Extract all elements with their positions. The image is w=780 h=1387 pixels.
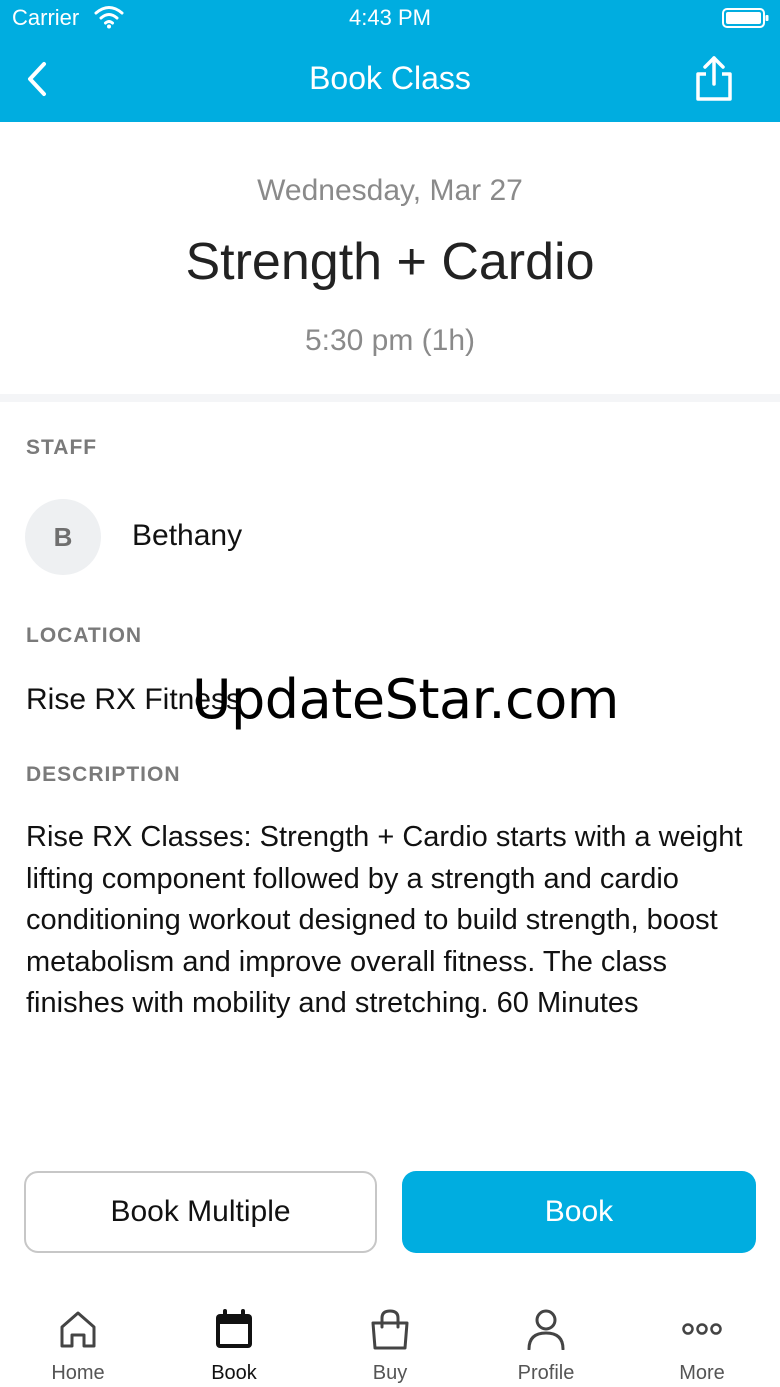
tab-book[interactable]: Book xyxy=(156,1290,312,1387)
section-divider xyxy=(0,394,780,402)
tab-bar: Home Book Buy Profile More xyxy=(0,1290,780,1387)
status-time: 4:43 PM xyxy=(349,5,431,30)
book-button[interactable]: Book xyxy=(402,1171,756,1253)
staff-section-label: STAFF xyxy=(26,436,98,459)
tab-profile-label: Profile xyxy=(517,1362,575,1384)
class-summary: Wednesday, Mar 27 Strength + Cardio 5:30… xyxy=(0,122,780,396)
staff-avatar: B xyxy=(25,499,101,575)
tab-more[interactable]: More xyxy=(624,1290,780,1387)
tab-buy-label: Buy xyxy=(372,1362,408,1384)
more-dots-icon xyxy=(682,1323,722,1335)
description-section-label: DESCRIPTION xyxy=(26,763,181,786)
class-name: Strength + Cardio xyxy=(185,233,595,291)
tab-profile[interactable]: Profile xyxy=(468,1290,624,1387)
staff-name[interactable]: Bethany xyxy=(132,519,242,553)
tab-more-label: More xyxy=(679,1362,725,1384)
book-multiple-button[interactable]: Book Multiple xyxy=(24,1171,377,1253)
tab-home[interactable]: Home xyxy=(0,1290,156,1387)
tab-buy[interactable]: Buy xyxy=(312,1290,468,1387)
class-date: Wednesday, Mar 27 xyxy=(257,174,523,207)
share-icon[interactable] xyxy=(692,54,736,102)
location-section-label: LOCATION xyxy=(26,624,143,647)
tab-book-label: Book xyxy=(211,1362,257,1384)
person-icon xyxy=(527,1309,565,1350)
page-title: Book Class xyxy=(309,60,471,96)
tab-home-label: Home xyxy=(51,1362,105,1384)
watermark: UpdateStar.com xyxy=(192,668,619,731)
class-description: Rise RX Classes: Strength + Cardio start… xyxy=(26,821,743,1019)
class-time: 5:30 pm (1h) xyxy=(304,324,476,357)
calendar-icon xyxy=(216,1309,252,1348)
header: Carrier 4:43 PM Book Class xyxy=(0,0,780,122)
status-bar: Carrier 4:43 PM xyxy=(0,0,780,36)
shopping-bag-icon xyxy=(371,1309,409,1350)
home-icon xyxy=(60,1311,96,1348)
battery-icon xyxy=(722,8,769,28)
